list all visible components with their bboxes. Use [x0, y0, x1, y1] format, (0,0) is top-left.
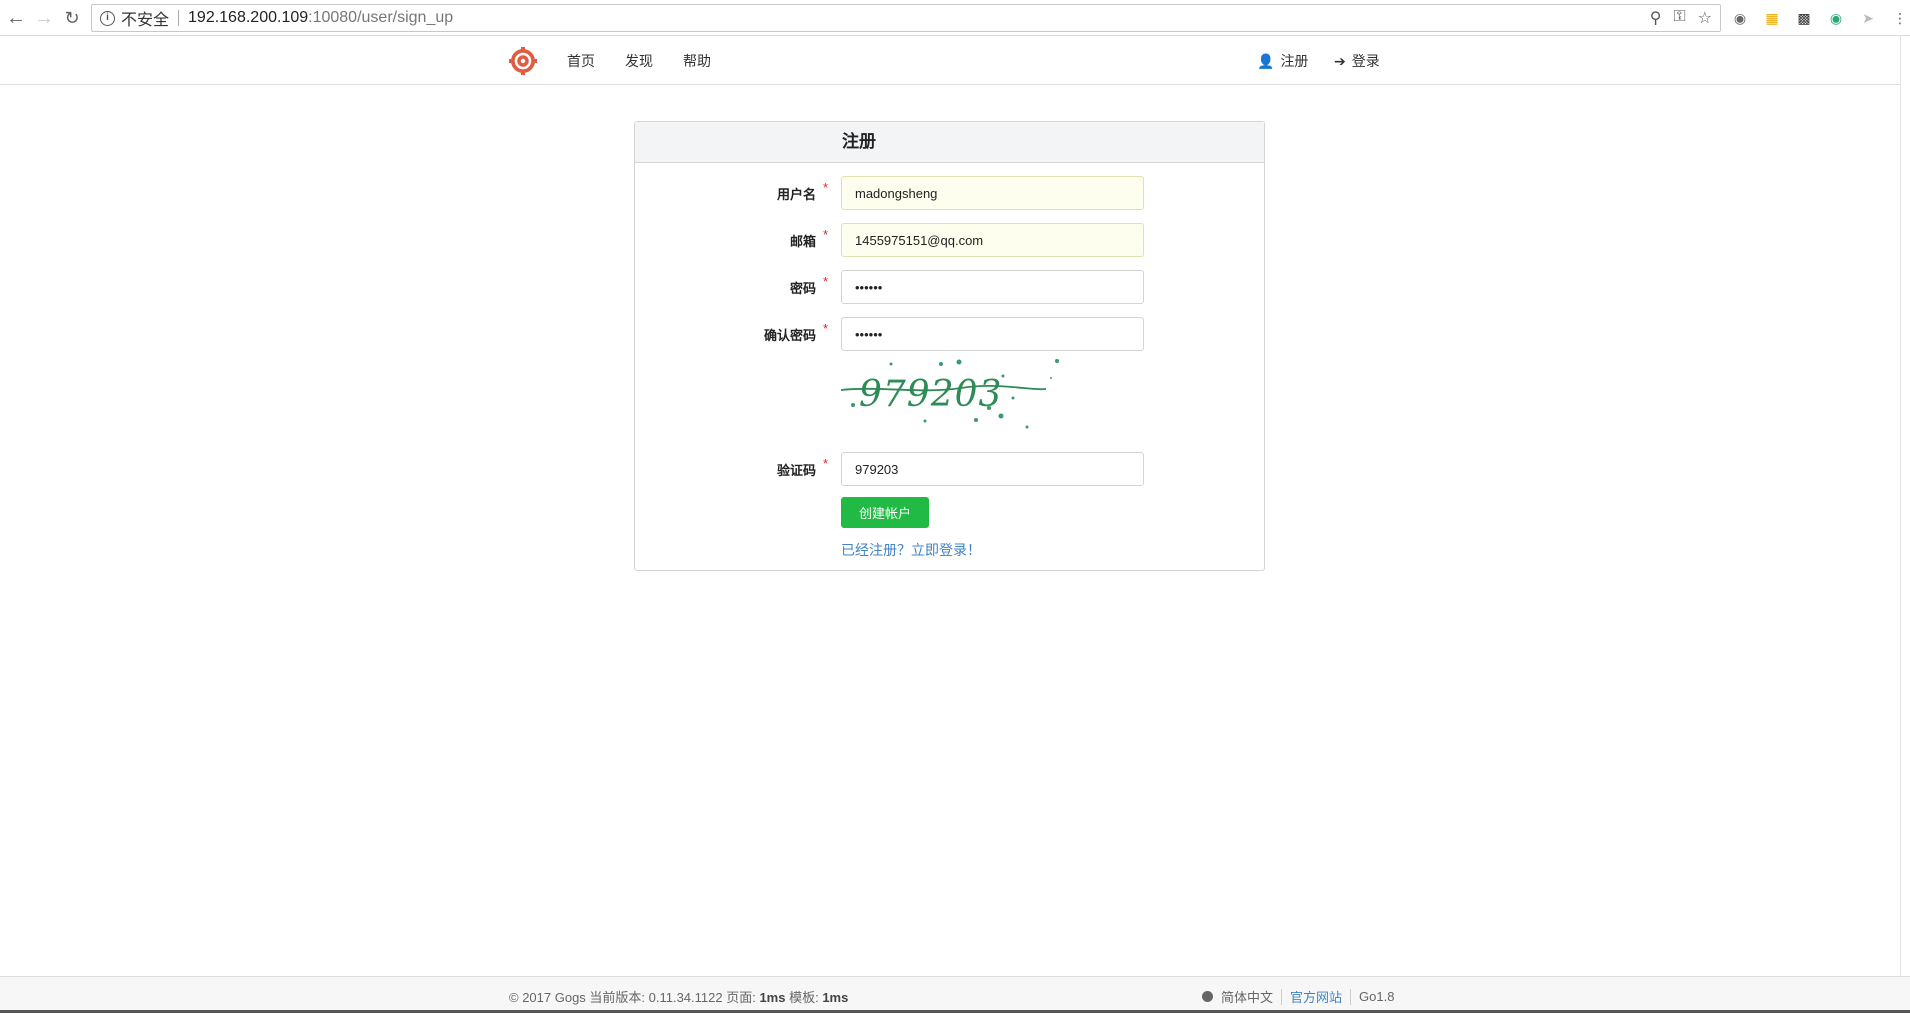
register-link[interactable]: 👤 注册: [1257, 51, 1308, 71]
confirm-password-row: 确认密码 *: [635, 317, 1264, 351]
required-mark: *: [823, 321, 829, 336]
qr-code-icon[interactable]: ▩: [1794, 8, 1814, 28]
site-footer: © 2017 Gogs 当前版本: 0.11.34.1122 页面: 1ms 模…: [0, 976, 1910, 1013]
extension-compass-icon[interactable]: ◉: [1730, 8, 1750, 28]
template-label: 模板:: [785, 990, 823, 1005]
extension-grid-icon[interactable]: ▦: [1762, 8, 1782, 28]
password-input[interactable]: [841, 270, 1144, 304]
captcha-image[interactable]: 979203: [841, 358, 1081, 430]
browser-toolbar: ← → ↻ i 不安全 192.168.200.109:10080/user/s…: [0, 0, 1910, 36]
language-selector[interactable]: 简体中文: [1221, 987, 1273, 1006]
nav-explore[interactable]: 发现: [625, 51, 653, 71]
official-website-link[interactable]: 官方网站: [1290, 987, 1342, 1006]
template-render-time: 1ms: [822, 990, 849, 1005]
required-mark: *: [823, 180, 829, 195]
address-bar[interactable]: i 不安全 192.168.200.109:10080/user/sign_up…: [91, 4, 1721, 32]
user-icon: 👤: [1257, 52, 1275, 69]
signup-form: 注册 用户名 * 邮箱 * 密码 * 确认密码 * 979203 验证码 *: [634, 121, 1265, 571]
menu-icon[interactable]: ⋮: [1890, 8, 1910, 28]
email-row: 邮箱 *: [635, 223, 1264, 257]
nav-home[interactable]: 首页: [567, 51, 595, 71]
page-scrollbar[interactable]: [1900, 36, 1910, 976]
globe-icon: [1202, 991, 1213, 1002]
username-input[interactable]: [841, 176, 1144, 210]
info-icon[interactable]: i: [100, 10, 115, 26]
password-row: 密码 *: [635, 270, 1264, 304]
sign-in-icon: ➔: [1334, 52, 1346, 69]
login-label: 登录: [1351, 53, 1380, 69]
bookmark-star-icon[interactable]: ☆: [1698, 8, 1712, 28]
copyright-text: © 2017 Gogs 当前版本: 0.11.34.1122 页面:: [509, 990, 760, 1005]
required-mark: *: [823, 456, 829, 471]
captcha-text: 979203: [859, 374, 1002, 415]
create-account-button[interactable]: 创建帐户: [841, 497, 929, 528]
captcha-input[interactable]: [841, 452, 1144, 486]
form-title: 注册: [635, 122, 1264, 163]
extension-circle-icon[interactable]: ◉: [1826, 8, 1846, 28]
back-icon[interactable]: ←: [4, 6, 28, 30]
zoom-icon[interactable]: ⚲: [1650, 8, 1662, 28]
footer-version-info: © 2017 Gogs 当前版本: 0.11.34.1122 页面: 1ms 模…: [509, 987, 848, 1006]
footer-separator: [1281, 988, 1283, 1005]
key-icon[interactable]: ⚿: [1673, 8, 1685, 28]
url-host: 192.168.200.109: [188, 9, 309, 26]
login-link[interactable]: ➔ 登录: [1334, 51, 1380, 71]
register-label: 注册: [1280, 53, 1309, 69]
confirm-password-input[interactable]: [841, 317, 1144, 351]
url-text[interactable]: 192.168.200.109:10080/user/sign_up: [188, 9, 453, 27]
send-icon[interactable]: ➤: [1858, 8, 1878, 28]
page-render-time: 1ms: [759, 990, 786, 1005]
nav-help[interactable]: 帮助: [683, 51, 711, 71]
forward-icon[interactable]: →: [32, 6, 56, 30]
address-separator: [178, 10, 180, 26]
already-registered-link[interactable]: 已经注册？立即登录！: [841, 540, 981, 560]
insecure-label: 不安全: [121, 12, 170, 29]
password-label: 密码: [789, 281, 816, 296]
captcha-row: 验证码 *: [635, 452, 1264, 486]
email-label: 邮箱: [789, 234, 816, 249]
confirm-password-label: 确认密码: [763, 328, 816, 343]
username-label: 用户名: [776, 187, 816, 202]
url-path: :10080/user/sign_up: [308, 9, 454, 26]
footer-separator: [1350, 988, 1352, 1005]
reload-icon[interactable]: ↻: [60, 6, 84, 30]
go-version: Go1.8: [1359, 989, 1395, 1004]
required-mark: *: [823, 227, 829, 242]
required-mark: *: [823, 274, 829, 289]
email-input[interactable]: [841, 223, 1144, 257]
username-row: 用户名 *: [635, 176, 1264, 210]
captcha-label: 验证码: [776, 463, 816, 478]
site-header: 首页 发现 帮助 👤 注册 ➔ 登录: [0, 36, 1900, 85]
gogs-logo-icon[interactable]: [509, 47, 537, 75]
